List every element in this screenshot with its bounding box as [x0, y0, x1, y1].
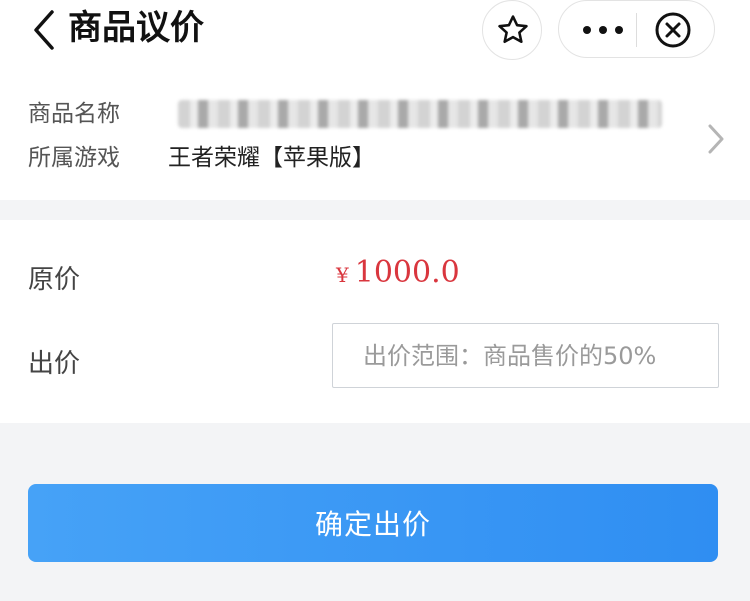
close-button[interactable]	[654, 11, 692, 49]
page-title: 商品议价	[68, 8, 204, 48]
close-circle-icon	[655, 12, 691, 48]
currency-symbol: ¥	[336, 263, 349, 287]
capsule-divider	[636, 13, 637, 47]
chevron-left-icon	[34, 10, 54, 50]
back-button[interactable]	[28, 8, 62, 52]
goods-detail-chevron[interactable]	[704, 122, 728, 156]
more-icon	[583, 26, 623, 34]
bid-input[interactable]	[332, 323, 719, 388]
chevron-right-icon	[708, 124, 724, 154]
bid-label: 出价	[28, 349, 81, 379]
original-price-label: 原价	[28, 265, 81, 295]
star-icon	[498, 15, 528, 44]
price-section: 原价 ¥1000.0 出价	[0, 220, 750, 423]
goods-name-value-blurred	[178, 100, 662, 128]
top-bar: 商品议价	[0, 0, 750, 62]
more-button[interactable]	[577, 15, 629, 45]
game-value: 王者荣耀【苹果版】	[168, 145, 375, 171]
favorite-button[interactable]	[482, 0, 542, 60]
game-label: 所属游戏	[28, 145, 120, 171]
original-price: ¥1000.0	[336, 253, 460, 293]
original-price-value: 1000.0	[354, 255, 460, 290]
goods-name-label: 商品名称	[28, 101, 120, 127]
capsule-menu	[558, 0, 715, 58]
confirm-bid-button[interactable]: 确定出价	[28, 484, 718, 562]
goods-info-row[interactable]: 商品名称 所属游戏 王者荣耀【苹果版】	[0, 62, 750, 200]
